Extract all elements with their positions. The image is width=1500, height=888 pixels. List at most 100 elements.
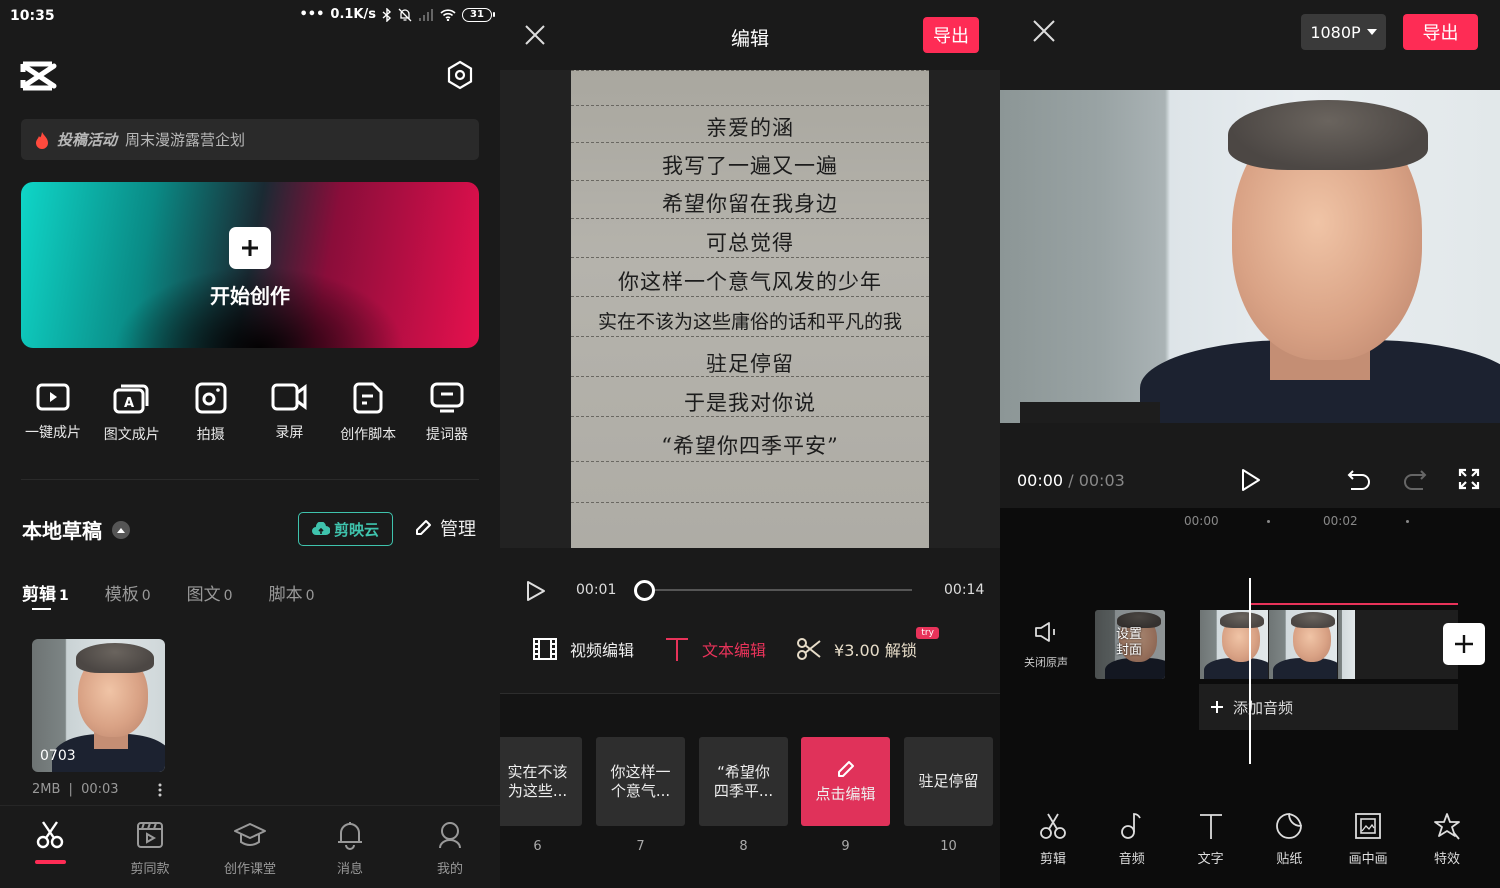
divider bbox=[21, 479, 479, 480]
manage-button[interactable]: 管理 bbox=[414, 515, 476, 541]
play-button[interactable] bbox=[1240, 468, 1262, 492]
tab-template[interactable]: 模板 0 bbox=[105, 580, 151, 605]
text-segment-active[interactable]: 点击编辑 bbox=[801, 737, 890, 826]
segment-line: 个意气... bbox=[610, 781, 671, 800]
redo-button[interactable] bbox=[1403, 469, 1427, 491]
signal-icon bbox=[418, 8, 434, 21]
tab-label: 模板 bbox=[104, 585, 139, 605]
unlock-button[interactable]: ¥3.00 解锁 try bbox=[796, 627, 939, 661]
wifi-icon bbox=[440, 8, 456, 21]
tool-audio[interactable]: 音频 bbox=[1093, 812, 1171, 867]
text-segments: 实在不该 为这些... 6 你这样一 个意气... 7 “希望你 四季平... … bbox=[500, 737, 1000, 867]
text-segment[interactable]: 驻足停留 bbox=[904, 737, 993, 826]
draft-thumbnail[interactable]: 0703 bbox=[32, 639, 165, 772]
tool-label: 拍摄 bbox=[196, 427, 225, 443]
tool-camera[interactable]: 拍摄 bbox=[172, 382, 250, 444]
tool-label: 音频 bbox=[1118, 852, 1145, 867]
time-display: 00:00 / 00:03 bbox=[1017, 471, 1125, 490]
tool-sticker[interactable]: 贴纸 bbox=[1250, 812, 1328, 867]
tool-label: 创作脚本 bbox=[340, 427, 397, 443]
tool-pip[interactable]: 画中画 bbox=[1329, 812, 1407, 867]
tool-script[interactable]: 创作脚本 bbox=[329, 382, 407, 444]
tool-auto-video[interactable]: 一键成片 bbox=[14, 382, 92, 444]
home-screen: 10:35 ••• 0.1K/s 31 投稿活动 周末漫游露营企划 开始创作 一… bbox=[0, 0, 500, 888]
export-button[interactable]: 导出 bbox=[1403, 14, 1478, 50]
collapse-toggle[interactable] bbox=[112, 520, 130, 539]
nav-profile[interactable]: 我的 bbox=[400, 806, 500, 888]
time-current: 00:00 bbox=[1017, 471, 1064, 490]
tool-screen-record[interactable]: 录屏 bbox=[250, 382, 328, 444]
tool-label: 文字 bbox=[1197, 852, 1224, 867]
resolution-value: 1080P bbox=[1310, 22, 1361, 42]
set-cover-button[interactable]: 设置 封面 bbox=[1095, 610, 1165, 679]
video-clip-track[interactable] bbox=[1200, 610, 1458, 679]
mode-label: 文本编辑 bbox=[702, 641, 767, 660]
editor-toolbar: 剪辑 音频 文字 贴纸 画中画 特效 bbox=[1014, 812, 1486, 867]
time-total: 00:03 bbox=[1078, 471, 1125, 490]
tool-label: 画中画 bbox=[1348, 852, 1388, 867]
preview-paper[interactable]: 亲爱的涵 我写了一遍又一遍 希望你留在我身边 可总觉得 你这样一个意气风发的少年 实在不该… bbox=[571, 70, 929, 548]
mute-original-button[interactable]: 关闭原声 bbox=[1016, 622, 1076, 670]
add-clip-button[interactable] bbox=[1443, 623, 1485, 665]
nav-messages[interactable]: 消息 bbox=[300, 806, 400, 888]
settings-hexagon-icon[interactable] bbox=[446, 60, 474, 90]
nav-edit[interactable] bbox=[0, 806, 100, 888]
paper-ruled-line bbox=[571, 257, 929, 258]
bluetooth-icon bbox=[382, 7, 392, 22]
play-button[interactable] bbox=[526, 580, 546, 602]
sticker-icon bbox=[1276, 813, 1303, 839]
draft-name: 0703 bbox=[40, 748, 76, 764]
ruler-label: 00:00 bbox=[1184, 514, 1219, 528]
video-edit-mode[interactable]: 视频编辑 bbox=[532, 637, 634, 661]
text-edit-mode[interactable]: 文本编辑 bbox=[664, 636, 766, 662]
progress-track[interactable] bbox=[644, 589, 912, 591]
paper-ruled-line bbox=[571, 142, 929, 143]
segment-number: 9 bbox=[841, 839, 850, 854]
export-button[interactable]: 导出 bbox=[923, 17, 979, 53]
tab-script[interactable]: 脚本 0 bbox=[269, 580, 315, 605]
handwritten-line: 亲爱的涵 bbox=[706, 116, 794, 140]
playhead[interactable] bbox=[1249, 578, 1251, 764]
tab-edit[interactable]: 剪辑 1 bbox=[22, 580, 69, 610]
paper-ruled-line bbox=[571, 180, 929, 181]
tool-teleprompter[interactable]: 提词器 bbox=[408, 382, 486, 444]
nav-classroom[interactable]: 创作课堂 bbox=[200, 806, 300, 888]
video-preview[interactable] bbox=[1000, 90, 1500, 423]
try-badge: try bbox=[916, 627, 939, 639]
music-note-icon bbox=[1120, 813, 1141, 839]
text-segment[interactable]: 你这样一 个意气... bbox=[596, 737, 685, 826]
paper-ruled-line bbox=[571, 502, 929, 503]
handwritten-line: 可总觉得 bbox=[706, 231, 794, 255]
tab-count: 0 bbox=[305, 588, 315, 604]
undo-button[interactable] bbox=[1347, 469, 1371, 491]
text-segment[interactable]: “希望你 四季平... bbox=[699, 737, 788, 826]
draft-size: 2MB bbox=[32, 782, 61, 797]
text-segment[interactable]: 实在不该 为这些... bbox=[500, 737, 582, 826]
tab-label: 剪辑 bbox=[22, 585, 56, 605]
network-speed: 0.1K/s bbox=[330, 7, 376, 22]
fullscreen-button[interactable] bbox=[1458, 468, 1480, 490]
play-icon bbox=[1242, 469, 1260, 491]
add-audio-button[interactable]: 添加音频 bbox=[1199, 684, 1458, 730]
start-create-button[interactable]: 开始创作 bbox=[21, 182, 479, 348]
segment-line: 四季平... bbox=[713, 781, 774, 800]
capcut-logo-icon bbox=[20, 60, 58, 92]
video-edit-screen: 1080P 导出 00:00 / 00:03 00:00 00:02 关闭原声 … bbox=[1000, 0, 1500, 888]
segment-line: 驻足停留 bbox=[918, 772, 979, 790]
progress-knob[interactable] bbox=[634, 580, 655, 601]
promo-banner[interactable]: 投稿活动 周末漫游露营企划 bbox=[21, 119, 479, 160]
resolution-dropdown[interactable]: 1080P bbox=[1301, 14, 1386, 50]
more-vertical-icon[interactable] bbox=[155, 782, 165, 798]
cloud-button[interactable]: 剪映云 bbox=[298, 512, 393, 546]
tool-cut[interactable]: 剪辑 bbox=[1014, 812, 1092, 867]
tool-text-to-video[interactable]: A 图文成片 bbox=[93, 382, 171, 444]
clip-frame bbox=[1338, 610, 1355, 679]
tool-effects[interactable]: 特效 bbox=[1408, 812, 1486, 867]
nav-templates[interactable]: 剪同款 bbox=[100, 806, 200, 888]
close-button[interactable] bbox=[1032, 19, 1056, 43]
draft-duration: 00:03 bbox=[81, 782, 119, 797]
tab-image-text[interactable]: 图文 0 bbox=[187, 580, 233, 605]
fullscreen-icon bbox=[1458, 468, 1480, 490]
tab-label: 脚本 bbox=[268, 585, 303, 605]
tool-text[interactable]: 文字 bbox=[1172, 812, 1250, 867]
